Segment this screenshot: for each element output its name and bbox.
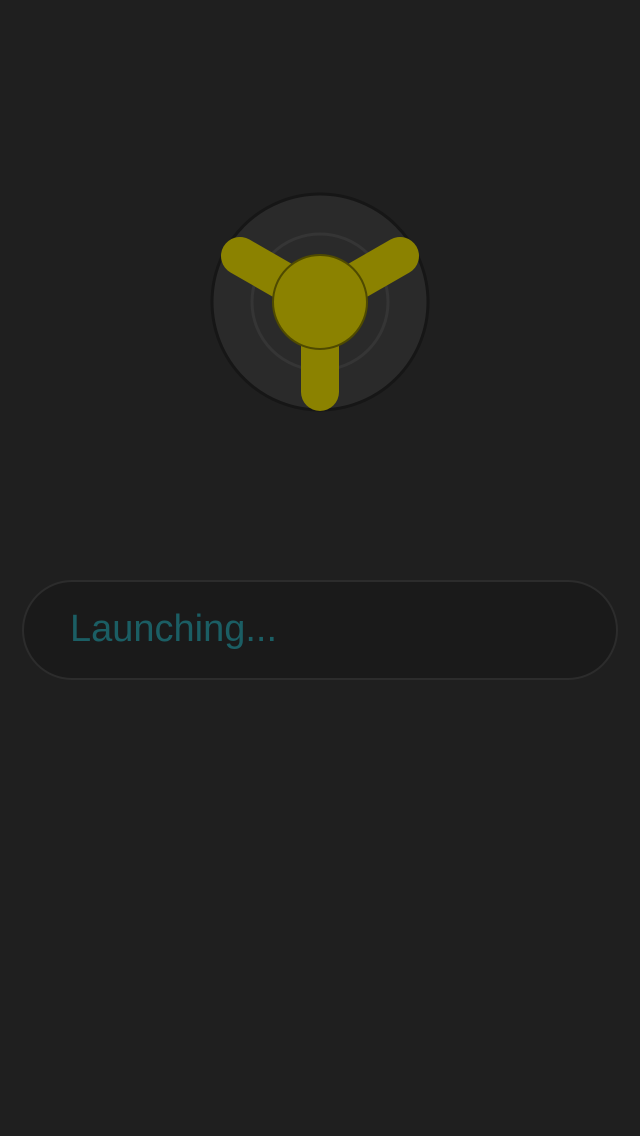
launch-screen: Launching... [0,0,640,1136]
logo-hub [272,254,368,350]
launch-status-text: Launching... [70,608,278,651]
tri-blade-rotor-icon [210,190,430,412]
launch-status-bar: Launching... [22,580,618,680]
